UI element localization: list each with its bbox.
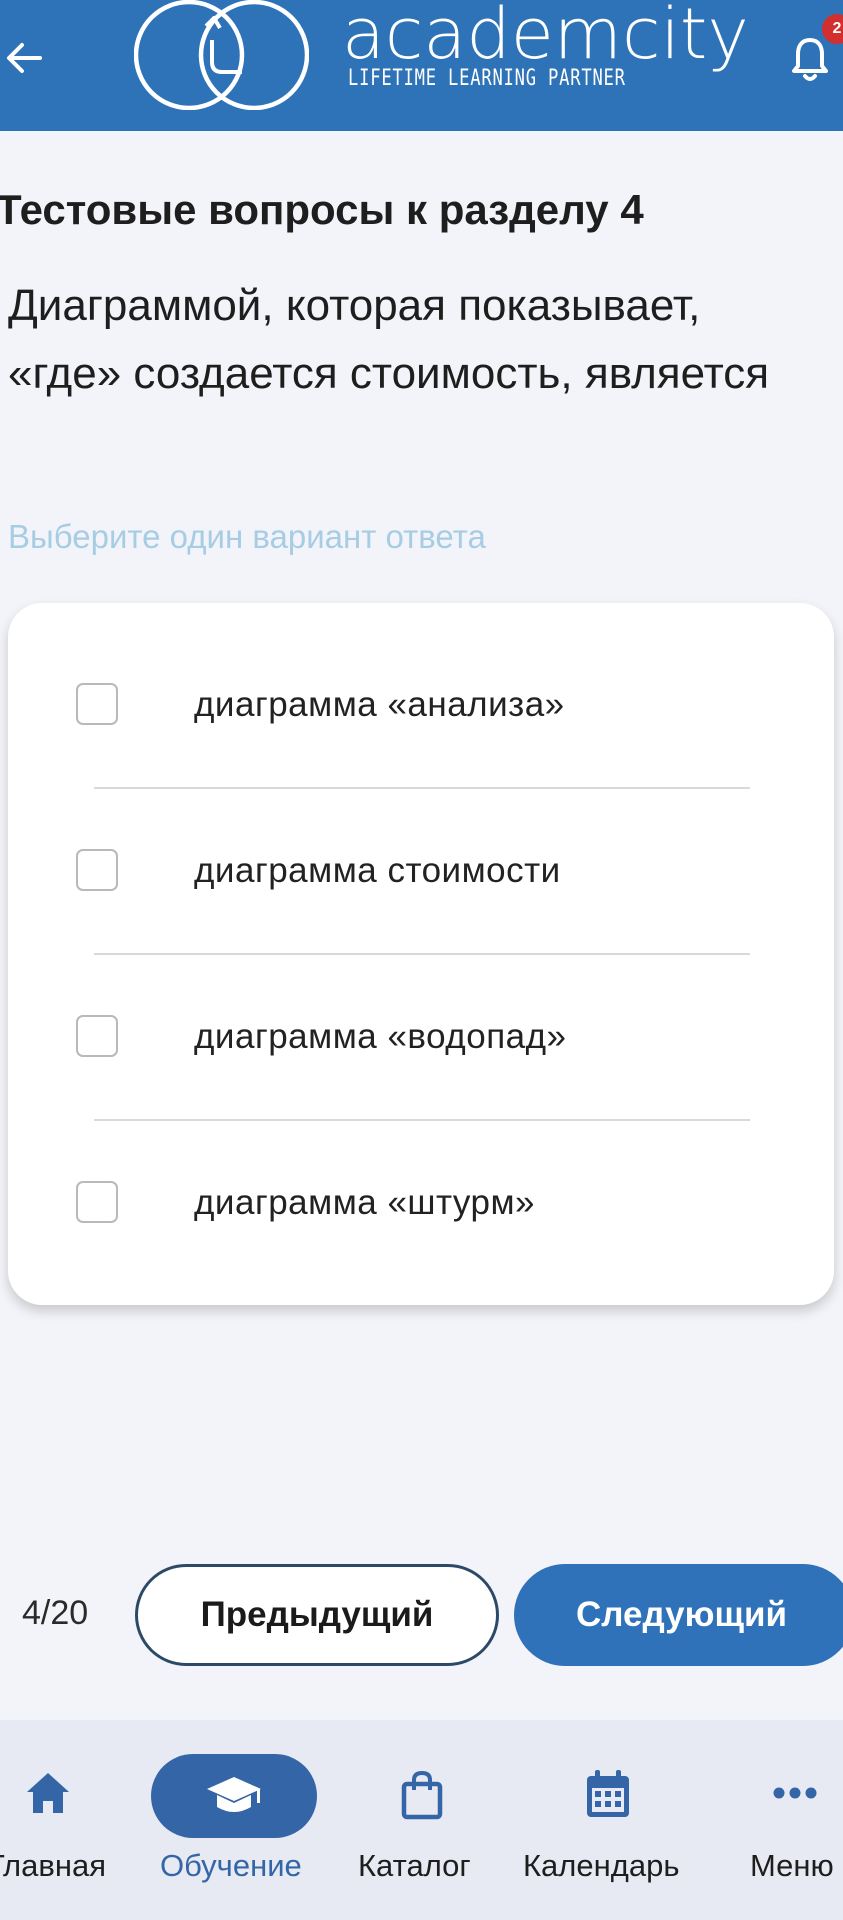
previous-button[interactable]: Предыдущий — [135, 1564, 499, 1666]
back-button[interactable] — [0, 30, 48, 86]
nav-label-calendar[interactable]: Календарь — [523, 1848, 679, 1884]
more-dots-icon[interactable] — [772, 1786, 818, 1800]
academcity-logo-icon — [134, 0, 309, 110]
checkbox[interactable] — [76, 849, 118, 891]
option-label: диаграмма «анализа» — [194, 685, 565, 724]
answer-option-2[interactable]: диаграмма стоимости — [8, 769, 834, 935]
answer-options-card: диаграмма «анализа» диаграмма стоимости … — [8, 603, 834, 1305]
calendar-icon[interactable] — [584, 1768, 632, 1820]
checkbox[interactable] — [76, 1015, 118, 1057]
bottom-navigation — [0, 1720, 843, 1920]
bell-icon[interactable] — [790, 34, 830, 84]
option-label: диаграмма «штурм» — [194, 1183, 536, 1222]
checkbox[interactable] — [76, 1181, 118, 1223]
brand-name: academcity — [342, 0, 749, 75]
next-button[interactable]: Следующий — [514, 1564, 843, 1666]
answer-option-3[interactable]: диаграмма «водопад» — [8, 935, 834, 1101]
brand-tagline: LIFETIME LEARNING PARTNER — [348, 66, 626, 91]
nav-label-learning[interactable]: Обучение — [160, 1848, 302, 1884]
nav-label-menu[interactable]: Меню — [750, 1848, 834, 1884]
app-header: academcity LIFETIME LEARNING PARTNER 2 — [0, 0, 843, 131]
option-label: диаграмма «водопад» — [194, 1017, 567, 1056]
section-title: Тестовые вопросы к разделу 4 — [0, 186, 644, 233]
nav-label-catalog[interactable]: Каталог — [358, 1848, 471, 1884]
answer-option-1[interactable]: диаграмма «анализа» — [8, 603, 834, 769]
graduation-cap-icon[interactable] — [205, 1775, 263, 1817]
home-icon[interactable] — [24, 1770, 72, 1816]
question-text: Диаграммой, которая показывает, «где» со… — [8, 281, 770, 398]
arrow-left-icon — [7, 43, 42, 73]
answer-hint: Выберите один вариант ответа — [8, 518, 486, 555]
nav-label-home[interactable]: Главная — [0, 1848, 106, 1884]
checkbox[interactable] — [76, 683, 118, 725]
option-label: диаграмма стоимости — [194, 851, 561, 890]
answer-option-4[interactable]: диаграмма «штурм» — [8, 1101, 834, 1267]
shopping-bag-icon[interactable] — [400, 1770, 444, 1820]
question-counter: 4/20 — [22, 1594, 89, 1632]
